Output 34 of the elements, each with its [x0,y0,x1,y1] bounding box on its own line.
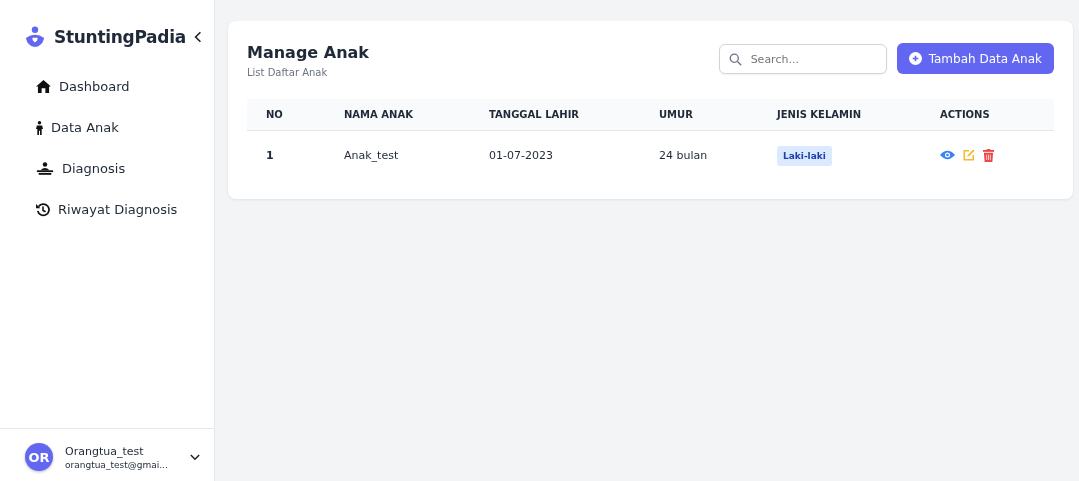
nav-item[interactable]: Dashboard [36,66,130,107]
plus-circle-icon [908,52,922,65]
search-field[interactable]: Search... [718,44,887,74]
page-title: Manage Anak [247,43,370,62]
view-icon[interactable] [940,150,955,160]
trash-icon[interactable] [983,148,994,162]
column-header: JENIS KELAMIN [777,99,940,131]
person-lying-icon [36,162,54,175]
column-header: UMUR [659,99,777,131]
chevron-left-icon[interactable] [194,31,202,43]
nav-item[interactable]: Data Anak [36,107,119,148]
nav-item[interactable]: Riwayat Diagnosis [36,189,178,230]
add-button[interactable]: Tambah Data Anak [896,43,1054,74]
column-header: NO [247,99,344,131]
nav-item[interactable]: Diagnosis [36,148,126,189]
gender-tag: Laki-laki [777,145,832,166]
column-header: NAMA ANAK [344,99,489,131]
search-icon [728,53,742,66]
page-subtitle: List Daftar Anak [247,67,329,78]
column-header: TANGGAL LAHIR [489,99,659,131]
logo-icon [24,26,46,48]
table-cell: 1 [247,130,344,179]
chevron-down-icon[interactable] [190,453,200,461]
user-name: Orangtua_test [65,444,145,458]
app-name: StuntingPadia [54,27,186,47]
table-cell: 24 bulan [659,130,777,179]
table-cell: 01-07-2023 [489,130,659,179]
person-icon [36,120,43,135]
home-icon [36,80,51,93]
table-cell: Anak_test [344,130,489,179]
user-email: orangtua_test@gmai... [65,459,168,470]
avatar: OR [25,443,53,471]
column-header: ACTIONS [940,99,1054,131]
history-icon [36,202,50,217]
